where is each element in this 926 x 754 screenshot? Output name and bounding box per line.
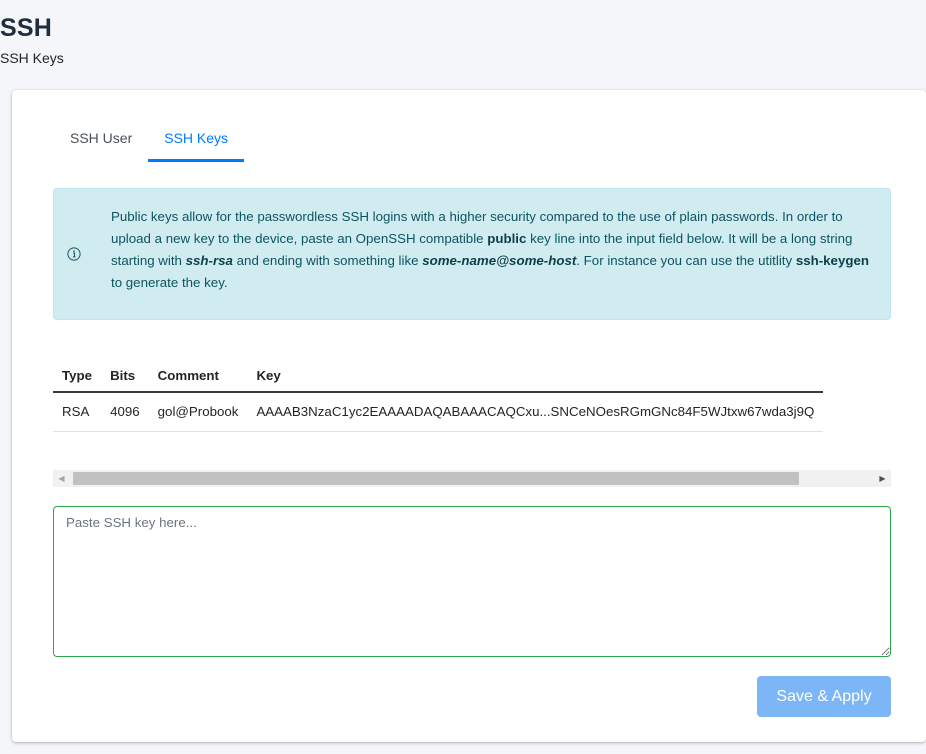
alert-bold-ssh-keygen: ssh-keygen (795, 253, 869, 268)
page-title: SSH (0, 14, 53, 42)
cell-type: RSA (53, 392, 102, 432)
alert-text-part: to generate the key. (111, 275, 228, 290)
cell-comment: gol@Probook (148, 392, 248, 432)
alert-bold-some-host: some-name@some-host (422, 253, 577, 268)
horizontal-scrollbar[interactable]: ◀ ▶ (53, 470, 891, 487)
keys-table: Type Bits Comment Key RSA 4096 gol@Probo… (53, 362, 824, 432)
ssh-key-input[interactable] (53, 506, 891, 657)
save-apply-button[interactable]: Save & Apply (757, 676, 891, 717)
page-subtitle: SSH Keys (0, 50, 64, 66)
alert-bold-ssh-rsa: ssh-rsa (185, 253, 233, 268)
column-header-type: Type (53, 362, 102, 393)
alert-text-part: . For instance you can use the utitlity (576, 253, 796, 268)
scroll-right-arrow-icon[interactable]: ▶ (874, 470, 891, 487)
column-header-key: Key (247, 362, 824, 393)
scrollbar-thumb[interactable] (73, 472, 799, 485)
tab-ssh-keys[interactable]: SSH Keys (148, 118, 245, 162)
alert-text: Public keys allow for the passwordless S… (111, 206, 871, 294)
cell-bits: 4096 (101, 392, 149, 432)
tab-ssh-user[interactable]: SSH User (54, 118, 148, 162)
scroll-left-arrow-icon[interactable]: ◀ (53, 470, 70, 487)
ssh-keys-card: SSH User SSH Keys Public keys allow for … (12, 90, 926, 742)
info-circle-icon (67, 247, 81, 261)
column-header-comment: Comment (148, 362, 248, 393)
alert-text-part: and ending with something like (232, 253, 423, 268)
cell-key: AAAAB3NzaC1yc2EAAAADAQABAAACAQCxu...SNCe… (247, 392, 824, 432)
column-header-bits: Bits (101, 362, 149, 393)
info-alert: Public keys allow for the passwordless S… (53, 188, 891, 320)
tab-bar: SSH User SSH Keys (54, 118, 245, 162)
table-row: RSA 4096 gol@Probook AAAAB3NzaC1yc2EAAAA… (53, 392, 824, 432)
page-header: SSH SSH Keys (0, 0, 926, 90)
keys-table-container: Type Bits Comment Key RSA 4096 gol@Probo… (53, 362, 891, 452)
table-header-row: Type Bits Comment Key (53, 362, 824, 393)
alert-bold-public: public (487, 231, 527, 246)
